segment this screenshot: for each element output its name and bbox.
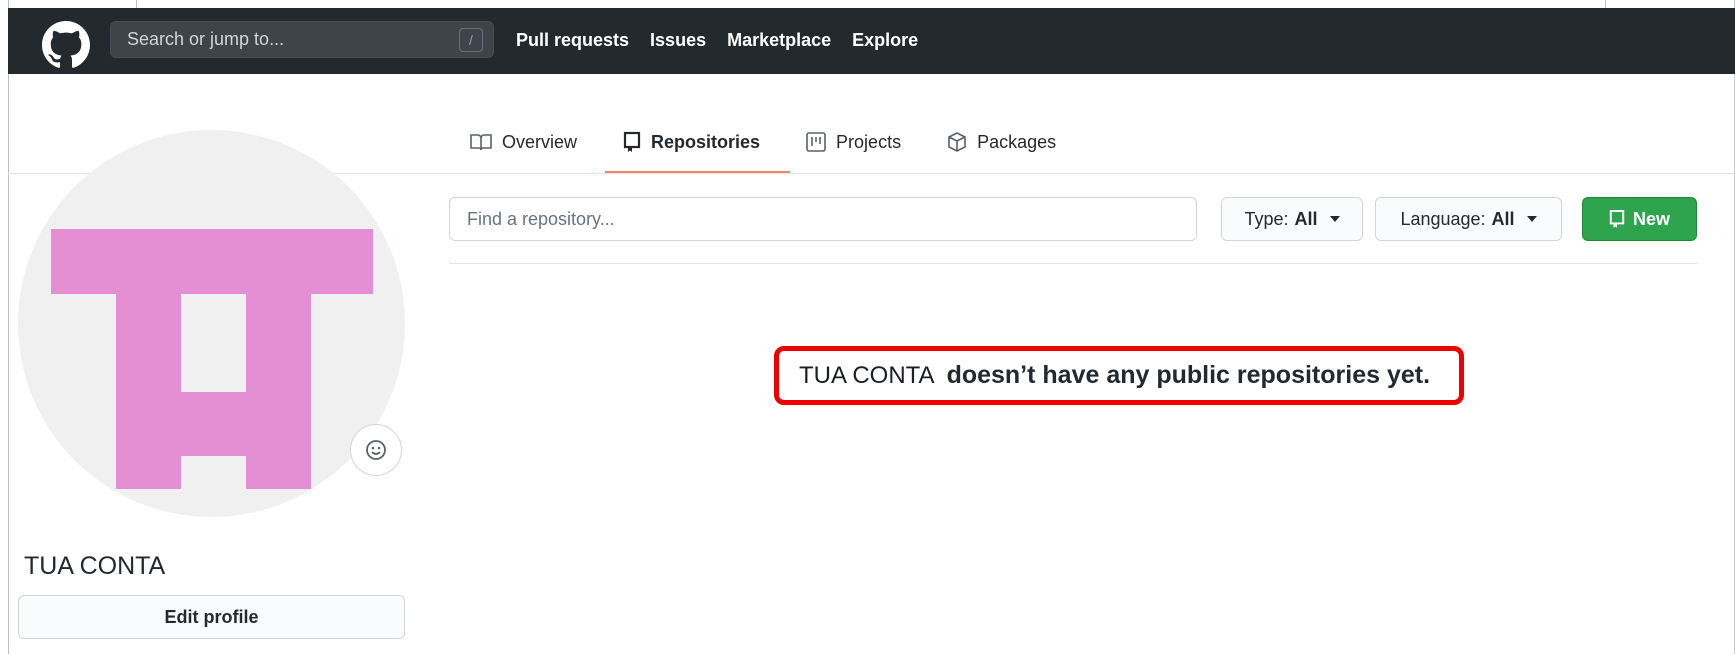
new-repository-label: New	[1632, 208, 1670, 229]
github-logo-icon[interactable]	[42, 21, 90, 69]
tab-projects-label: Projects	[836, 131, 902, 152]
profile-name: TUA CONTA	[24, 552, 166, 580]
repo-icon	[623, 131, 641, 152]
controls-divider	[449, 263, 1697, 264]
tab-overview[interactable]: Overview	[470, 126, 577, 158]
tab-overview-label: Overview	[502, 131, 578, 152]
header-nav: Pull requests Issues Marketplace Explore	[516, 30, 918, 51]
find-repository-input[interactable]	[449, 197, 1197, 241]
language-filter-label: Language:	[1400, 208, 1486, 229]
nav-pull-requests[interactable]: Pull requests	[516, 30, 629, 51]
repo-icon	[1609, 210, 1625, 228]
empty-state-message: doesn’t have any public repositories yet…	[946, 361, 1431, 389]
frame-left-border	[8, 0, 9, 654]
type-filter-dropdown[interactable]: Type: All	[1221, 197, 1363, 241]
search-shortcut-key: /	[459, 27, 483, 52]
language-filter-dropdown[interactable]: Language: All	[1375, 197, 1562, 241]
profile-tabs: Overview Repositories Projects Packages	[470, 126, 1102, 158]
global-search-placeholder[interactable]: Search or jump to...	[127, 29, 459, 50]
type-filter-label: Type:	[1244, 208, 1289, 229]
tab-projects[interactable]: Projects	[806, 126, 901, 158]
empty-state-username: TUA CONTA	[799, 361, 935, 389]
tab-packages-label: Packages	[977, 131, 1057, 152]
global-header: Search or jump to... / Pull requests Iss…	[8, 8, 1735, 74]
tab-repositories-label: Repositories	[651, 131, 761, 152]
new-repository-button[interactable]: New	[1582, 197, 1697, 241]
nav-issues[interactable]: Issues	[650, 30, 706, 51]
tab-packages[interactable]: Packages	[947, 126, 1056, 158]
empty-state-highlight: TUA CONTA doesn’t have any public reposi…	[774, 346, 1464, 405]
project-icon	[806, 132, 826, 152]
tab-repositories[interactable]: Repositories	[623, 126, 760, 158]
nav-explore[interactable]: Explore	[852, 30, 918, 51]
frame-top-right-tick	[1605, 0, 1606, 8]
edit-profile-button[interactable]: Edit profile	[18, 595, 405, 639]
package-icon	[948, 132, 966, 152]
global-search[interactable]: Search or jump to... /	[110, 21, 494, 58]
chevron-down-icon	[1329, 216, 1340, 222]
book-icon	[470, 134, 492, 151]
language-filter-value: All	[1491, 208, 1515, 229]
smiley-icon	[366, 440, 386, 460]
identicon-avatar-image	[51, 229, 373, 489]
chevron-down-icon	[1526, 216, 1537, 222]
set-status-button[interactable]	[350, 424, 402, 476]
type-filter-value: All	[1294, 208, 1318, 229]
avatar[interactable]	[18, 130, 405, 517]
frame-top-left-tick	[136, 0, 137, 8]
nav-marketplace[interactable]: Marketplace	[727, 30, 831, 51]
